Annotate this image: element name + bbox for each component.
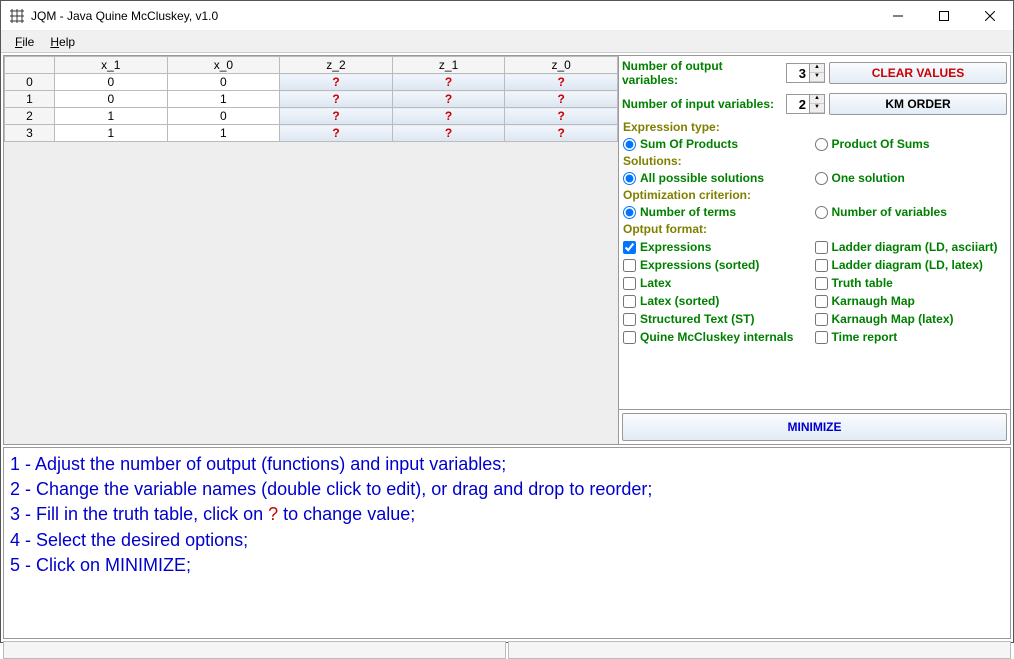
menu-bar: File Help — [1, 31, 1013, 53]
chk-structured-text[interactable]: Structured Text (ST) — [623, 312, 815, 326]
col-x1[interactable]: x_1 — [55, 57, 168, 74]
instruction-line: 2 - Change the variable names (double cl… — [10, 477, 1004, 502]
radio-pos[interactable]: Product Of Sums — [815, 137, 1007, 151]
input-count-spinner[interactable]: ▲▼ — [786, 94, 825, 114]
table-row: 1 0 1 ? ? ? — [5, 91, 618, 108]
radio-num-vars[interactable]: Number of variables — [815, 205, 1007, 219]
spin-down-icon[interactable]: ▼ — [810, 104, 824, 113]
col-z1[interactable]: z_1 — [392, 57, 505, 74]
col-x0[interactable]: x_0 — [167, 57, 280, 74]
app-icon — [9, 8, 25, 24]
corner-cell — [5, 57, 55, 74]
close-window-button[interactable] — [967, 1, 1013, 30]
instruction-line: 3 - Fill in the truth table, click on ? … — [10, 502, 1004, 527]
chk-expressions[interactable]: Expressions — [623, 240, 815, 254]
solutions-label: Solutions: — [619, 152, 1010, 170]
truth-table[interactable]: x_1 x_0 z_2 z_1 z_0 0 0 0 ? ? ? 1 0 1 ? … — [4, 56, 618, 142]
radio-sop[interactable]: Sum Of Products — [623, 137, 815, 151]
title-bar: JQM - Java Quine McCluskey, v1.0 — [1, 1, 1013, 31]
table-row: 3 1 1 ? ? ? — [5, 125, 618, 142]
spin-down-icon[interactable]: ▼ — [810, 73, 824, 82]
status-bar — [3, 641, 1011, 659]
minimize-button[interactable]: MINIMIZE — [622, 413, 1007, 441]
instructions-pane: 1 - Adjust the number of output (functio… — [3, 447, 1011, 639]
instruction-line: 1 - Adjust the number of output (functio… — [10, 452, 1004, 477]
status-cell — [3, 641, 506, 659]
input-count-input[interactable] — [787, 97, 809, 112]
maximize-window-button[interactable] — [921, 1, 967, 30]
menu-help[interactable]: Help — [42, 33, 83, 51]
expression-type-label: Expression type: — [619, 118, 1010, 136]
table-row: 2 1 0 ? ? ? — [5, 108, 618, 125]
chk-ld-ascii[interactable]: Ladder diagram (LD, asciiart) — [815, 240, 1007, 254]
col-z0[interactable]: z_0 — [505, 57, 618, 74]
minimize-window-button[interactable] — [875, 1, 921, 30]
spin-up-icon[interactable]: ▲ — [810, 64, 824, 73]
menu-file[interactable]: File — [7, 33, 42, 51]
chk-kmap[interactable]: Karnaugh Map — [815, 294, 1007, 308]
output-count-input[interactable] — [787, 66, 809, 81]
num-output-label: Number of output variables: — [622, 59, 778, 87]
truth-table-pane: x_1 x_0 z_2 z_1 z_0 0 0 0 ? ? ? 1 0 1 ? … — [4, 56, 618, 444]
status-cell — [508, 641, 1011, 659]
spin-up-icon[interactable]: ▲ — [810, 95, 824, 104]
num-input-label: Number of input variables: — [622, 97, 778, 111]
chk-time-report[interactable]: Time report — [815, 330, 1007, 344]
instruction-line: 5 - Click on MINIMIZE; — [10, 553, 1004, 578]
chk-latex-sorted[interactable]: Latex (sorted) — [623, 294, 815, 308]
chk-truth-table[interactable]: Truth table — [815, 276, 1007, 290]
col-z2[interactable]: z_2 — [280, 57, 393, 74]
radio-all-solutions[interactable]: All possible solutions — [623, 171, 815, 185]
output-format-label: Optput format: — [619, 220, 1010, 238]
km-order-button[interactable]: KM ORDER — [829, 93, 1007, 115]
window-title: JQM - Java Quine McCluskey, v1.0 — [31, 9, 875, 23]
instruction-line: 4 - Select the desired options; — [10, 528, 1004, 553]
chk-expressions-sorted[interactable]: Expressions (sorted) — [623, 258, 815, 272]
table-row: 0 0 0 ? ? ? — [5, 74, 618, 91]
controls-pane: Number of output variables: ▲▼ CLEAR VAL… — [618, 56, 1010, 444]
radio-num-terms[interactable]: Number of terms — [623, 205, 815, 219]
output-count-spinner[interactable]: ▲▼ — [786, 63, 825, 83]
radio-one-solution[interactable]: One solution — [815, 171, 1007, 185]
chk-kmap-latex[interactable]: Karnaugh Map (latex) — [815, 312, 1007, 326]
chk-ld-latex[interactable]: Ladder diagram (LD, latex) — [815, 258, 1007, 272]
optimization-label: Optimization criterion: — [619, 186, 1010, 204]
chk-latex[interactable]: Latex — [623, 276, 815, 290]
chk-qm-internals[interactable]: Quine McCluskey internals — [623, 330, 815, 344]
clear-values-button[interactable]: CLEAR VALUES — [829, 62, 1007, 84]
